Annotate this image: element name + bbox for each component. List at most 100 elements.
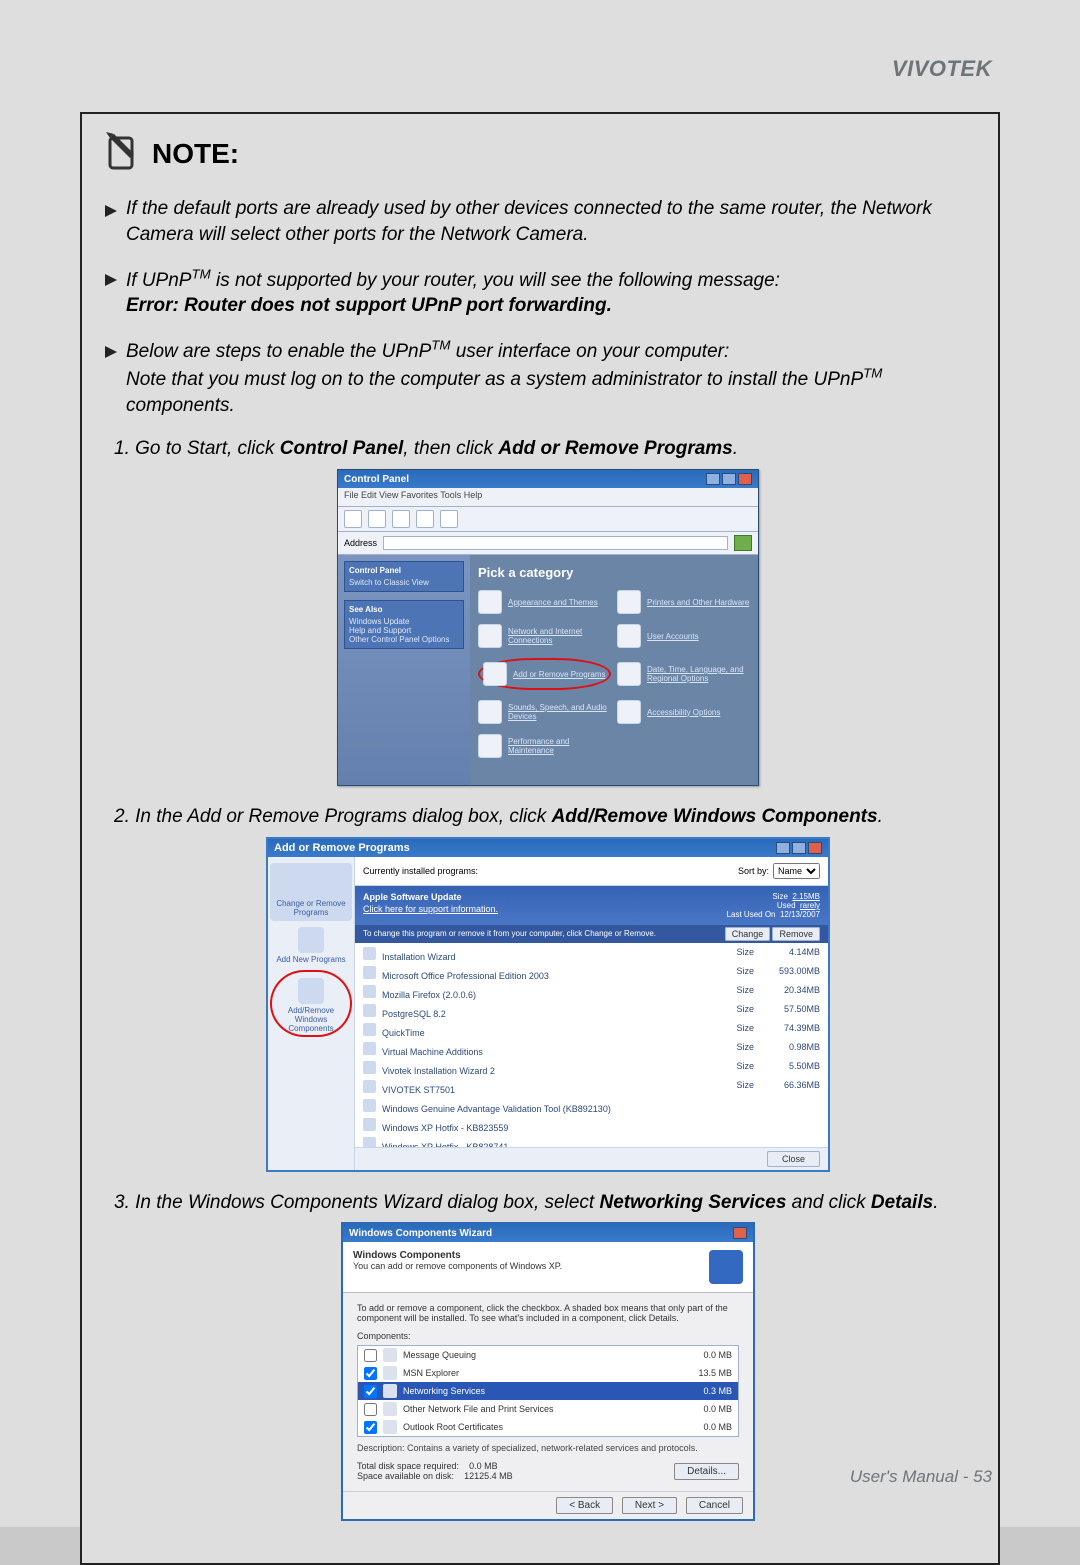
component-checkbox[interactable] bbox=[364, 1403, 377, 1416]
component-checkbox[interactable] bbox=[364, 1367, 377, 1380]
side-panel-link[interactable]: Help and Support bbox=[349, 626, 459, 635]
triangle-bullet-icon bbox=[104, 200, 118, 226]
add-remove-programs-window: Add or Remove Programs Change or Remove … bbox=[266, 837, 830, 1172]
program-row[interactable]: QuickTime Size74.39MB bbox=[355, 1021, 828, 1040]
category-link[interactable]: Performance and Maintenance bbox=[478, 734, 611, 758]
program-row[interactable]: Vivotek Installation Wizard 2 Size5.50MB bbox=[355, 1059, 828, 1078]
component-row[interactable]: Message Queuing 0.0 MB bbox=[358, 1346, 738, 1364]
step-2: 2. In the Add or Remove Programs dialog … bbox=[114, 804, 992, 831]
search-icon[interactable] bbox=[416, 510, 434, 528]
selected-program-panel[interactable]: Apple Software Update Click here for sup… bbox=[355, 886, 828, 925]
note-content-box: NOTE: If the default ports are already u… bbox=[80, 112, 1000, 1565]
program-row[interactable]: Virtual Machine Additions Size0.98MB bbox=[355, 1040, 828, 1059]
folders-button[interactable] bbox=[440, 510, 458, 528]
program-list[interactable]: Installation Wizard Size4.14MB Microsoft… bbox=[355, 943, 828, 1147]
note-pencil-icon bbox=[104, 132, 140, 176]
component-icon bbox=[383, 1348, 397, 1362]
toolbar[interactable] bbox=[338, 507, 758, 532]
remove-button[interactable]: Remove bbox=[772, 927, 820, 941]
next-button[interactable]: Next > bbox=[622, 1497, 677, 1514]
program-row[interactable]: Microsoft Office Professional Edition 20… bbox=[355, 964, 828, 983]
program-icon bbox=[363, 1004, 376, 1017]
close-button[interactable]: Close bbox=[767, 1151, 820, 1167]
component-checkbox[interactable] bbox=[364, 1421, 377, 1434]
support-link[interactable]: Click here for support information. bbox=[363, 904, 498, 914]
details-button[interactable]: Details... bbox=[674, 1463, 739, 1480]
cd-icon bbox=[298, 927, 324, 953]
program-row[interactable]: Windows XP Hotfix - KB828741 bbox=[355, 1135, 828, 1147]
back-button[interactable]: < Back bbox=[556, 1497, 613, 1514]
program-icon bbox=[363, 1042, 376, 1055]
program-row[interactable]: Installation Wizard Size4.14MB bbox=[355, 945, 828, 964]
menu-bar[interactable]: File Edit View Favorites Tools Help bbox=[338, 488, 758, 507]
component-checkbox[interactable] bbox=[364, 1385, 377, 1398]
forward-button[interactable] bbox=[368, 510, 386, 528]
side-panel-link[interactable]: Windows Update bbox=[349, 617, 459, 626]
window-title: Windows Components Wizard bbox=[349, 1228, 492, 1239]
window-buttons[interactable] bbox=[733, 1227, 747, 1239]
page-footer: User's Manual - 53 bbox=[850, 1467, 992, 1487]
error-line: Error: Router does not support UPnP port… bbox=[126, 295, 612, 316]
side-panel-link[interactable]: Switch to Classic View bbox=[349, 578, 459, 587]
sidebar-item-windows-components[interactable]: Add/Remove Windows Components bbox=[270, 970, 352, 1037]
category-link[interactable]: Date, Time, Language, and Regional Optio… bbox=[617, 658, 750, 690]
side-panel-links: Windows UpdateHelp and SupportOther Cont… bbox=[349, 617, 459, 644]
program-row[interactable]: PostgreSQL 8.2 Size57.50MB bbox=[355, 1002, 828, 1021]
window-title: Add or Remove Programs bbox=[274, 842, 410, 854]
back-button[interactable] bbox=[344, 510, 362, 528]
program-icon bbox=[363, 1118, 376, 1131]
category-view: Pick a category Appearance and ThemesPri… bbox=[470, 555, 758, 785]
wizard-header: Windows Components You can add or remove… bbox=[343, 1242, 753, 1293]
up-button[interactable] bbox=[392, 510, 410, 528]
pick-category-heading: Pick a category bbox=[478, 565, 750, 580]
category-icon bbox=[617, 662, 641, 686]
component-row[interactable]: MSN Explorer 13.5 MB bbox=[358, 1364, 738, 1382]
wizard-subheading: You can add or remove components of Wind… bbox=[353, 1261, 562, 1271]
category-icon bbox=[478, 624, 502, 648]
category-link[interactable]: Network and Internet Connections bbox=[478, 624, 611, 648]
bullet-text: If UPnPTM is not supported by your route… bbox=[126, 265, 780, 319]
program-row[interactable]: VIVOTEK ST7501 Size66.36MB bbox=[355, 1078, 828, 1097]
wizard-instruction: To add or remove a component, click the … bbox=[357, 1303, 739, 1323]
components-listbox[interactable]: Message Queuing 0.0 MB MSN Explorer 13.5… bbox=[357, 1345, 739, 1437]
installed-programs-label: Currently installed programs: bbox=[363, 866, 478, 876]
category-link[interactable]: Accessibility Options bbox=[617, 700, 750, 724]
category-link[interactable]: Sounds, Speech, and Audio Devices bbox=[478, 700, 611, 724]
component-row[interactable]: Other Network File and Print Services 0.… bbox=[358, 1400, 738, 1418]
address-bar[interactable]: Address bbox=[338, 532, 758, 555]
component-icon bbox=[383, 1420, 397, 1434]
sort-select[interactable]: Name bbox=[773, 863, 820, 879]
component-row[interactable]: Outlook Root Certificates 0.0 MB bbox=[358, 1418, 738, 1436]
wizard-icon bbox=[709, 1250, 743, 1284]
program-row[interactable]: Mozilla Firefox (2.0.0.6) Size20.34MB bbox=[355, 983, 828, 1002]
window-buttons[interactable] bbox=[706, 473, 752, 485]
program-icon bbox=[363, 1099, 376, 1112]
windows-icon bbox=[298, 978, 324, 1004]
side-panel-link[interactable]: Other Control Panel Options bbox=[349, 635, 459, 644]
go-button[interactable] bbox=[734, 535, 752, 551]
triangle-bullet-icon bbox=[104, 341, 118, 367]
window-titlebar: Windows Components Wizard bbox=[343, 1224, 753, 1242]
change-button[interactable]: Change bbox=[725, 927, 771, 941]
category-icon bbox=[478, 590, 502, 614]
sidebar-item-change-remove[interactable]: Change or Remove Programs bbox=[270, 863, 352, 921]
address-field[interactable] bbox=[383, 536, 728, 550]
category-link[interactable]: Appearance and Themes bbox=[478, 590, 611, 614]
sidebar-item-add-new[interactable]: Add New Programs bbox=[270, 927, 352, 964]
component-row[interactable]: Networking Services 0.3 MB bbox=[358, 1382, 738, 1400]
sort-control[interactable]: Sort by: Name bbox=[738, 863, 820, 879]
category-icon bbox=[617, 624, 641, 648]
category-link[interactable]: Add or Remove Programs bbox=[478, 658, 611, 690]
note-title: NOTE: bbox=[152, 138, 239, 170]
window-buttons[interactable] bbox=[776, 842, 822, 854]
category-link[interactable]: Printers and Other Hardware bbox=[617, 590, 750, 614]
hint-text: To change this program or remove it from… bbox=[363, 929, 656, 938]
note-bullet: Below are steps to enable the UPnPTM use… bbox=[104, 337, 992, 419]
category-icon bbox=[617, 590, 641, 614]
category-link[interactable]: User Accounts bbox=[617, 624, 750, 648]
program-row[interactable]: Windows XP Hotfix - KB823559 bbox=[355, 1116, 828, 1135]
program-row[interactable]: Windows Genuine Advantage Validation Too… bbox=[355, 1097, 828, 1116]
component-checkbox[interactable] bbox=[364, 1349, 377, 1362]
cancel-button[interactable]: Cancel bbox=[686, 1497, 743, 1514]
bullet-text: Below are steps to enable the UPnPTM use… bbox=[126, 337, 992, 419]
